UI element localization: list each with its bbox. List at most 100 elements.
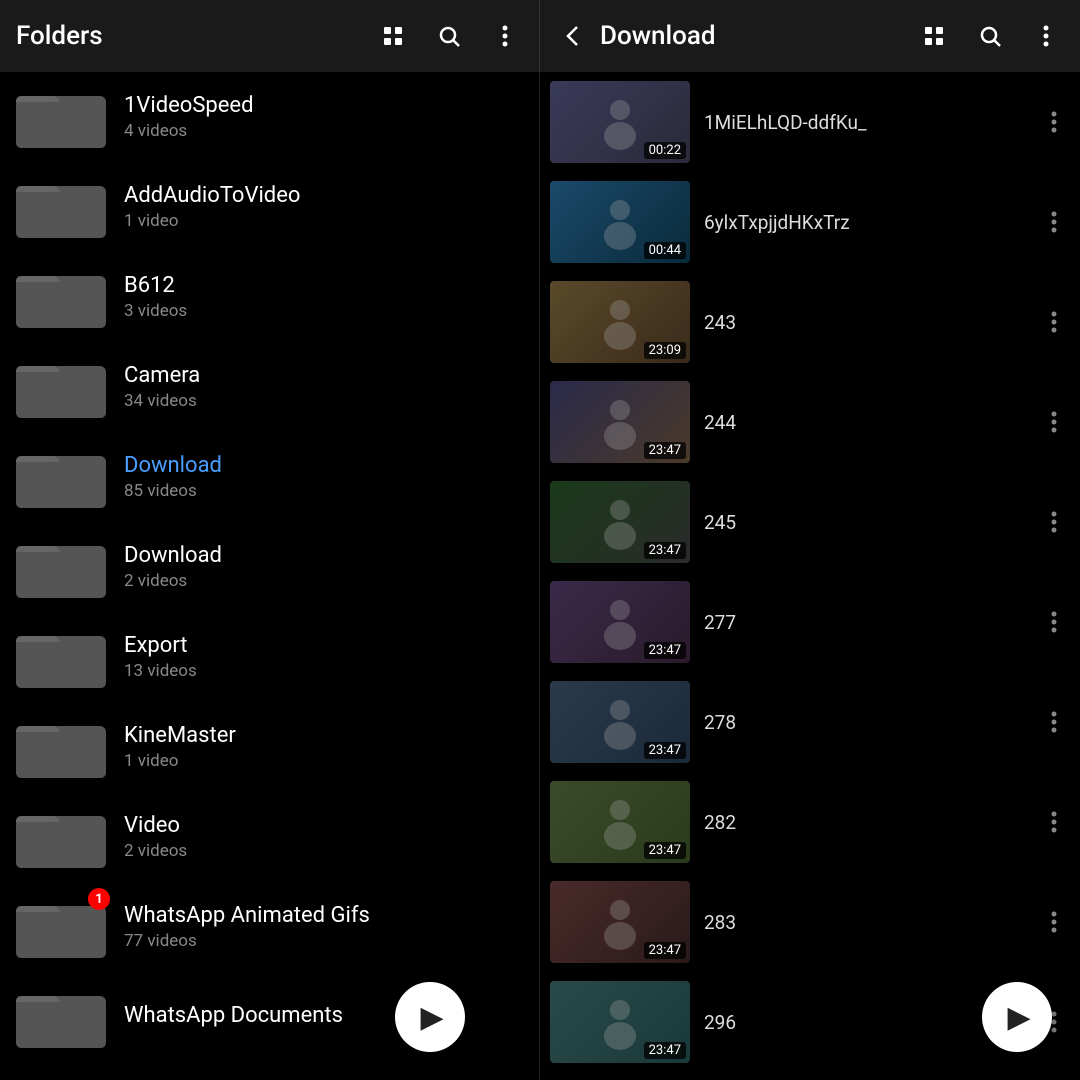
video-thumbnail: 23:47	[550, 781, 690, 863]
folder-count: 2 videos	[124, 841, 523, 861]
folder-item[interactable]: Download2 videos	[0, 522, 539, 612]
video-duration: 23:47	[644, 542, 686, 559]
folder-item[interactable]: Video 2 videos	[0, 792, 539, 882]
video-duration: 00:22	[644, 142, 686, 159]
folder-count: 4 videos	[124, 121, 523, 141]
folder-icon	[16, 442, 106, 512]
left-search-icon[interactable]	[431, 18, 467, 54]
left-panel-title: Folders	[16, 21, 375, 51]
folder-item[interactable]: B6123 videos	[0, 252, 539, 342]
folder-info: 1VideoSpeed4 videos	[124, 93, 523, 141]
left-grid-icon[interactable]	[375, 18, 411, 54]
folder-icon	[16, 352, 106, 422]
back-button[interactable]	[556, 18, 592, 54]
video-duration: 23:47	[644, 642, 686, 659]
video-duration: 23:47	[644, 842, 686, 859]
video-menu-icon[interactable]	[1038, 310, 1070, 334]
right-header-icons	[916, 18, 1064, 54]
video-item[interactable]: 23:47 283	[540, 872, 1080, 972]
folder-count: 2 videos	[124, 571, 523, 591]
folder-info: KineMaster 1 video	[124, 723, 523, 771]
folder-item[interactable]: Camera34 videos	[0, 342, 539, 432]
top-bars: Folders	[0, 0, 1080, 72]
video-name: 6ylxTxpjjdHKxTrz	[704, 211, 1038, 234]
video-menu-icon[interactable]	[1038, 510, 1070, 534]
folder-name: Video	[124, 813, 523, 838]
folder-info: AddAudioToVideo1 video	[124, 183, 523, 231]
left-header: Folders	[0, 0, 540, 72]
play-fab-right[interactable]: ▶	[982, 982, 1052, 1052]
folder-item[interactable]: Export 13 videos	[0, 612, 539, 702]
video-menu-icon[interactable]	[1038, 210, 1070, 234]
video-duration: 23:09	[644, 342, 686, 359]
right-panel-title: Download	[600, 21, 916, 51]
video-menu-icon[interactable]	[1038, 410, 1070, 434]
folder-name: Download	[124, 453, 523, 478]
folder-icon	[16, 262, 106, 332]
video-thumbnail: 23:47	[550, 381, 690, 463]
folder-name: AddAudioToVideo	[124, 183, 523, 208]
video-item[interactable]: 00:22 1MiELhLQD-ddfKu_	[540, 72, 1080, 172]
video-menu-icon[interactable]	[1038, 110, 1070, 134]
folder-count: 85 videos	[124, 481, 523, 501]
video-thumbnail: 23:47	[550, 681, 690, 763]
video-duration: 23:47	[644, 942, 686, 959]
right-header: Download	[540, 0, 1080, 72]
video-menu-icon[interactable]	[1038, 810, 1070, 834]
video-item[interactable]: 23:47 278	[540, 672, 1080, 772]
folder-info: B6123 videos	[124, 273, 523, 321]
video-name: 277	[704, 611, 1038, 634]
folder-icon	[16, 532, 106, 602]
video-duration: 00:44	[644, 242, 686, 259]
play-icon-left: ▶	[420, 1000, 443, 1035]
folder-icon	[16, 802, 106, 872]
folder-info: Export 13 videos	[124, 633, 523, 681]
video-duration: 23:47	[644, 442, 686, 459]
video-menu-icon[interactable]	[1038, 710, 1070, 734]
play-icon-right: ▶	[1007, 1000, 1030, 1035]
right-search-icon[interactable]	[972, 18, 1008, 54]
folder-name: KineMaster	[124, 723, 523, 748]
video-item[interactable]: 23:47244	[540, 372, 1080, 472]
right-panel: 00:22 1MiELhLQD-ddfKu_ 00:44 6ylxTxpjjdHKx…	[540, 72, 1080, 1080]
folder-item[interactable]: KineMaster 1 video	[0, 702, 539, 792]
video-name: 283	[704, 911, 1038, 934]
folder-info: Camera34 videos	[124, 363, 523, 411]
folder-icon	[16, 172, 106, 242]
left-more-icon[interactable]	[487, 18, 523, 54]
play-fab-left[interactable]: ▶	[395, 982, 465, 1052]
video-item[interactable]: 23:09243	[540, 272, 1080, 372]
video-item[interactable]: 23:47 245	[540, 472, 1080, 572]
folder-item[interactable]: 1WhatsApp Animated Gifs77 videos	[0, 882, 539, 972]
video-menu-icon[interactable]	[1038, 610, 1070, 634]
folder-count: 1 video	[124, 751, 523, 771]
folder-count: 13 videos	[124, 661, 523, 681]
video-thumbnail: 00:22	[550, 81, 690, 163]
folder-icon	[16, 622, 106, 692]
folder-name: WhatsApp Animated Gifs	[124, 903, 523, 928]
folder-icon	[16, 712, 106, 782]
folder-item[interactable]: 1VideoSpeed4 videos	[0, 72, 539, 162]
video-item[interactable]: 23:47282	[540, 772, 1080, 872]
folder-item[interactable]: Download 85 videos	[0, 432, 539, 522]
folder-icon	[16, 982, 106, 1052]
video-duration: 23:47	[644, 742, 686, 759]
video-name: 245	[704, 511, 1038, 534]
folder-info: Video 2 videos	[124, 813, 523, 861]
video-name: 278	[704, 711, 1038, 734]
left-panel: 1VideoSpeed4 videos AddAudioToVideo1 vid…	[0, 72, 540, 1080]
video-thumbnail: 23:47	[550, 881, 690, 963]
right-grid-icon[interactable]	[916, 18, 952, 54]
folder-item[interactable]: AddAudioToVideo1 video	[0, 162, 539, 252]
video-name: 1MiELhLQD-ddfKu_	[704, 111, 1038, 134]
video-thumbnail: 00:44	[550, 181, 690, 263]
right-more-icon[interactable]	[1028, 18, 1064, 54]
folder-name: Export	[124, 633, 523, 658]
video-thumbnail: 23:47	[550, 981, 690, 1063]
folder-info: Download 85 videos	[124, 453, 523, 501]
folder-info: Download2 videos	[124, 543, 523, 591]
video-item[interactable]: 23:47 277	[540, 572, 1080, 672]
video-menu-icon[interactable]	[1038, 910, 1070, 934]
folder-icon: 1	[16, 892, 106, 962]
video-item[interactable]: 00:44 6ylxTxpjjdHKxTrz	[540, 172, 1080, 272]
